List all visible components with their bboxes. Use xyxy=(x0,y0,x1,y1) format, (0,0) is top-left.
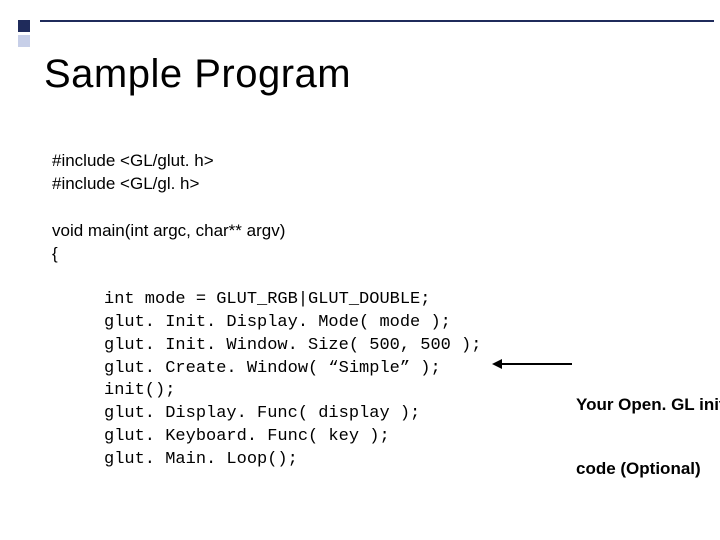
main-signature: void main(int argc, char** argv) xyxy=(52,220,710,243)
code-line: glut. Init. Display. Mode( mode ); xyxy=(104,313,451,332)
arrow-icon xyxy=(494,363,572,365)
code-line: glut. Display. Func( display ); xyxy=(104,404,420,423)
code-line: #include <GL/gl. h> xyxy=(52,173,710,196)
code-line: int mode = GLUT_RGB|GLUT_DOUBLE; xyxy=(104,290,430,309)
square-icon xyxy=(18,20,30,32)
annotation-line: code (Optional) xyxy=(576,458,720,479)
square-icon xyxy=(18,35,30,47)
code-line: glut. Create. Window( “Simple” ); xyxy=(104,359,441,378)
include-block: #include <GL/glut. h> #include <GL/gl. h… xyxy=(52,150,710,196)
slide: Sample Program #include <GL/glut. h> #in… xyxy=(0,0,720,540)
code-line: init(); xyxy=(104,381,175,400)
corner-bullets xyxy=(18,20,30,50)
code-line: glut. Keyboard. Func( key ); xyxy=(104,427,390,446)
brace-open: { xyxy=(52,243,710,266)
annotation-line: Your Open. GL initialization xyxy=(576,394,720,415)
slide-content: #include <GL/glut. h> #include <GL/gl. h… xyxy=(52,150,710,540)
annotation: Your Open. GL initialization code (Optio… xyxy=(576,352,720,522)
code-line: glut. Main. Loop(); xyxy=(104,450,298,469)
code-line: #include <GL/glut. h> xyxy=(52,150,710,173)
slide-title: Sample Program xyxy=(44,52,351,97)
function-body: int mode = GLUT_RGB|GLUT_DOUBLE; glut. I… xyxy=(104,266,710,540)
code-line: glut. Init. Window. Size( 500, 500 ); xyxy=(104,336,481,355)
top-rule xyxy=(40,20,714,22)
